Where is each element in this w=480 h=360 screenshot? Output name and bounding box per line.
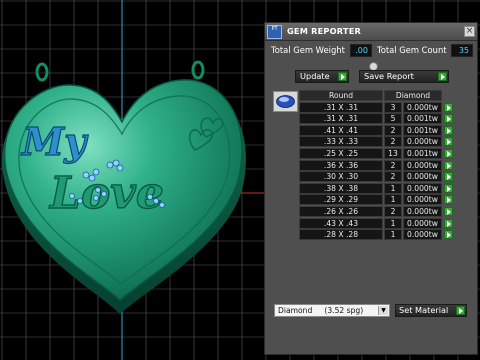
table-row[interactable]: .36 X .36 2 0.000tw [299, 159, 458, 172]
row-weight: 0.000tw [403, 182, 442, 194]
row-go-icon[interactable] [444, 148, 453, 158]
row-count: 1 [384, 182, 402, 194]
table-header: Round Diamond [299, 90, 458, 102]
row-size: .38 X .38 [299, 182, 383, 194]
table-row[interactable]: .43 X .43 1 0.000tw [299, 217, 458, 230]
app-icon: PT [267, 25, 282, 39]
row-size: .43 X .43 [299, 217, 383, 229]
row-go-icon[interactable] [444, 206, 453, 216]
row-size: .36 X .36 [299, 159, 383, 171]
bail-ring-left [35, 62, 49, 82]
material-select[interactable]: Diamond (3.52 spg) ▼ [274, 304, 390, 317]
row-weight: 0.000tw [403, 159, 442, 171]
save-report-button-label: Save Report [364, 71, 414, 81]
save-report-button[interactable]: Save Report [359, 70, 449, 83]
row-go-icon[interactable] [444, 137, 453, 147]
total-weight-label: Total Gem Weight [271, 45, 345, 55]
heart-pendant[interactable]: My Love [2, 60, 246, 314]
row-go-icon[interactable] [444, 172, 453, 182]
row-weight: 0.000tw [403, 205, 442, 217]
row-weight: 0.001tw [403, 124, 442, 136]
panel-titlebar[interactable]: PT GEM REPORTER × [265, 23, 477, 41]
row-count: 13 [384, 147, 402, 159]
row-weight: 0.000tw [403, 194, 442, 206]
row-size: .28 X .28 [299, 229, 383, 241]
row-count: 2 [384, 205, 402, 217]
row-count: 2 [384, 159, 402, 171]
bail-ring-right [191, 60, 205, 80]
set-material-button[interactable]: Set Material [395, 304, 467, 317]
row-size: .30 X .30 [299, 171, 383, 183]
row-weight: 0.000tw [403, 217, 442, 229]
update-button[interactable]: Update [295, 70, 349, 83]
row-go-icon[interactable] [444, 183, 453, 193]
gem-table: Round Diamond .31 X .31 3 0.000tw .31 X .31… [299, 90, 458, 241]
row-size: .31 X .31 [299, 113, 383, 125]
table-row[interactable]: .29 X .29 1 0.000tw [299, 194, 458, 206]
row-weight: 0.000tw [403, 229, 442, 241]
row-weight: 0.000tw [403, 101, 442, 113]
table-row[interactable]: .33 X .33 2 0.000tw [299, 136, 458, 148]
row-go-icon[interactable] [444, 195, 453, 205]
row-size: .25 X .25 [299, 147, 383, 159]
row-weight: 0.001tw [403, 113, 442, 125]
row-size: .33 X .33 [299, 136, 383, 148]
row-count: 2 [384, 136, 402, 148]
table-row[interactable]: .28 X .28 1 0.000tw [299, 229, 458, 241]
table-row[interactable]: .31 X .31 5 0.001tw [299, 113, 458, 125]
row-size: .41 X .41 [299, 124, 383, 136]
header-diamond: Diamond [384, 90, 442, 101]
header-round: Round [299, 90, 383, 101]
row-size: .29 X .29 [299, 194, 383, 206]
gem-reporter-panel[interactable]: PT GEM REPORTER × Total Gem Weight .00 T… [264, 22, 478, 355]
engraving-my: My [20, 119, 89, 164]
row-go-icon[interactable] [444, 125, 453, 135]
row-size: .26 X .26 [299, 205, 383, 217]
row-go-icon[interactable] [444, 218, 453, 228]
row-go-icon[interactable] [444, 160, 453, 170]
table-row[interactable]: .31 X .31 3 0.000tw [299, 101, 458, 114]
save-report-go-icon [438, 72, 447, 81]
panel-title: GEM REPORTER [287, 26, 361, 36]
row-count: 5 [384, 113, 402, 125]
table-row[interactable]: .38 X .38 1 0.000tw [299, 182, 458, 195]
gem-shape-thumbnail[interactable] [273, 91, 298, 112]
table-row[interactable]: .26 X .26 2 0.000tw [299, 205, 458, 218]
row-count: 1 [384, 229, 402, 241]
total-count-label: Total Gem Count [377, 45, 447, 55]
row-count: 1 [384, 194, 402, 206]
set-material-go-icon [456, 306, 465, 315]
row-go-icon[interactable] [444, 114, 453, 124]
row-size: .31 X .31 [299, 101, 383, 113]
material-select-value: Diamond (3.52 spg) [278, 306, 364, 315]
set-material-button-label: Set Material [399, 305, 449, 315]
update-go-icon [338, 72, 347, 81]
row-count: 1 [384, 217, 402, 229]
row-count: 3 [384, 101, 402, 113]
round-gem-icon [276, 95, 295, 108]
row-go-icon[interactable] [444, 230, 453, 240]
row-go-icon[interactable] [444, 102, 453, 112]
table-row[interactable]: .41 X .41 2 0.001tw [299, 124, 458, 137]
chevron-down-icon[interactable]: ▼ [378, 306, 388, 315]
table-row[interactable]: .30 X .30 2 0.000tw [299, 171, 458, 183]
row-count: 2 [384, 124, 402, 136]
row-weight: 0.000tw [403, 171, 442, 183]
close-icon[interactable]: × [464, 26, 475, 37]
total-weight-value: .00 [350, 44, 372, 57]
total-count-value: 35 [451, 44, 473, 57]
row-weight: 0.001tw [403, 147, 442, 159]
row-count: 2 [384, 171, 402, 183]
table-row[interactable]: .25 X .25 13 0.001tw [299, 147, 458, 160]
update-button-label: Update [300, 71, 330, 81]
row-weight: 0.000tw [403, 136, 442, 148]
